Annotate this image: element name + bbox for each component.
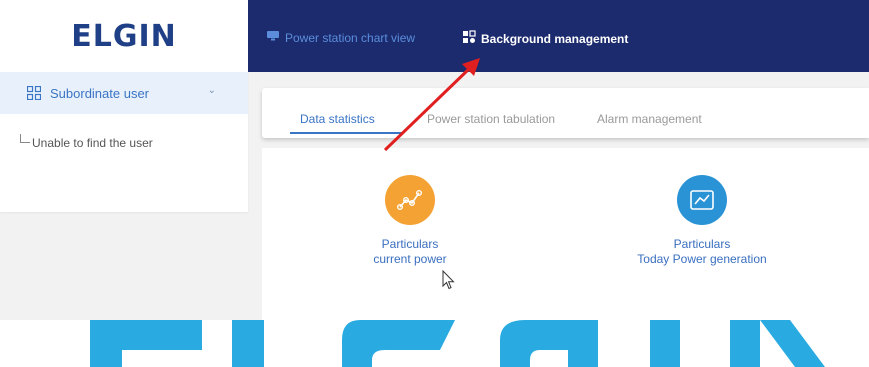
sidebar-item-label: Subordinate user [50, 85, 150, 101]
stat-current-power[interactable]: Particulars current power [350, 175, 470, 267]
logo-area: ELGIN [0, 0, 248, 72]
sidebar-bottom-background [0, 212, 261, 320]
nav-label: Background management [481, 31, 629, 46]
tab-power-station-tabulation[interactable]: Power station tabulation [427, 112, 555, 126]
stat-title: Particulars [673, 237, 731, 251]
nav-label: Power station chart view [285, 30, 416, 45]
active-tab-indicator [290, 132, 402, 134]
stat-today-power-generation[interactable]: Particulars Today Power generation [612, 175, 792, 267]
tree-item-label: Unable to find the user [32, 136, 153, 150]
top-nav-bar: Power station chart view Background mana… [248, 0, 869, 72]
trend-dots-icon [385, 175, 435, 225]
tabs-panel: Data statistics Power station tabulation… [262, 88, 869, 138]
stat-subtitle: Today Power generation [637, 252, 767, 266]
nav-background-management[interactable]: Background management [462, 30, 628, 47]
tree-connector-icon [20, 134, 30, 143]
line-chart-icon [677, 175, 727, 225]
brand-logo: ELGIN [71, 18, 177, 54]
monitor-icon [266, 30, 280, 45]
stat-subtitle: current power [373, 252, 447, 266]
chevron-down-icon[interactable]: ⌄ [208, 85, 216, 96]
sidebar-item-subordinate-user[interactable]: Subordinate user ⌄ [0, 72, 248, 114]
grid-gear-icon [462, 30, 476, 47]
sidebar: Subordinate user ⌄ Unable to find the us… [0, 72, 248, 212]
tree-item[interactable]: Unable to find the user [20, 134, 153, 150]
elgin-watermark [0, 320, 869, 367]
mouse-cursor-icon [442, 269, 456, 295]
stat-title: Particulars [381, 237, 439, 251]
tab-alarm-management[interactable]: Alarm management [597, 112, 702, 126]
nav-power-station-chart-view[interactable]: Power station chart view [266, 30, 415, 45]
grid-icon [26, 85, 42, 101]
statistics-card: Particulars current power Particulars To… [262, 148, 869, 320]
tab-data-statistics[interactable]: Data statistics [300, 112, 375, 126]
